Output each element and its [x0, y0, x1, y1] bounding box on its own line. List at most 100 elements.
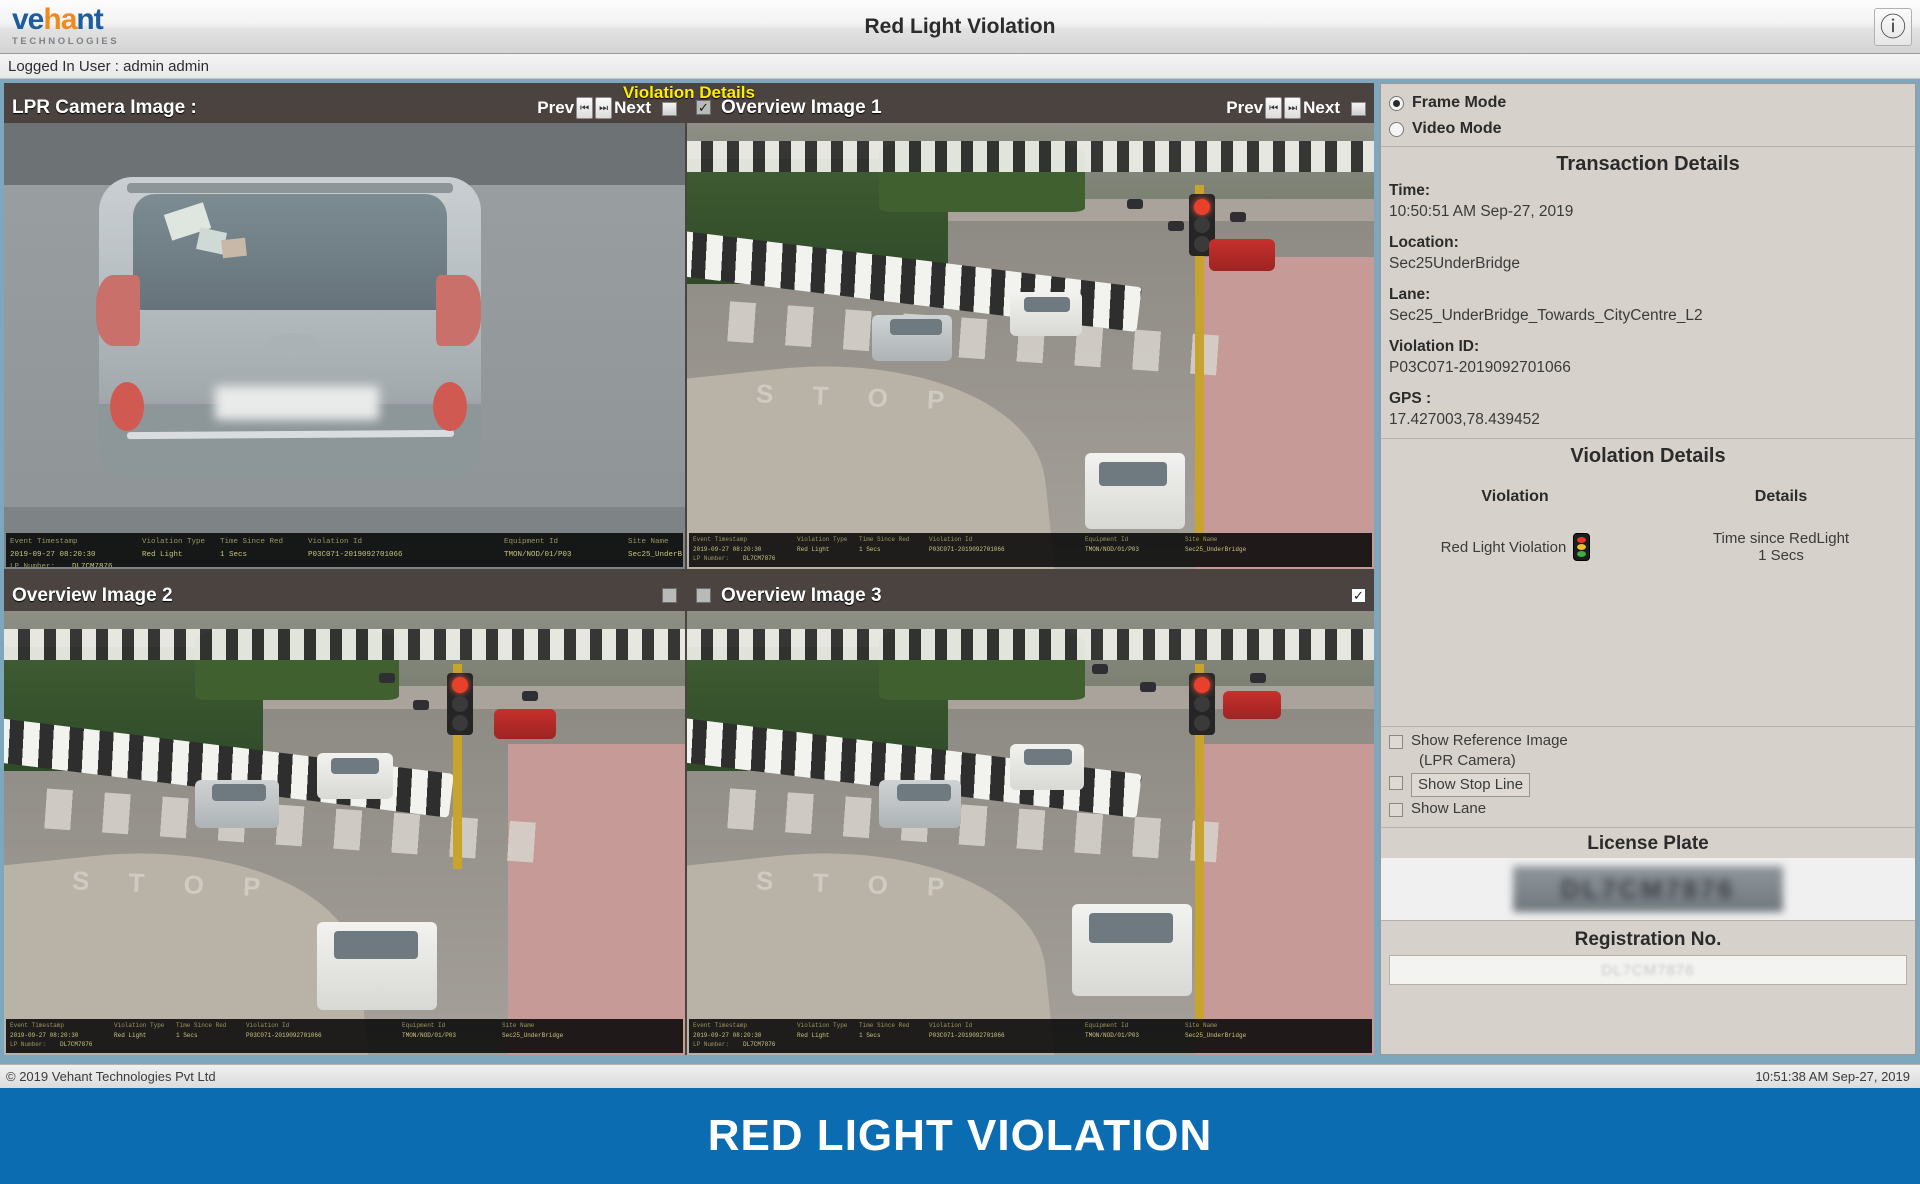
license-plate-image: DL7CM7876	[1381, 858, 1915, 920]
overview-2-overlay-metadata: Event Timestamp Violation Type Time Sinc…	[6, 1019, 683, 1053]
overview-image-2-checkbox[interactable]: ✓	[662, 588, 677, 603]
ov1-meta-value-0: 2019-09-27 08:20:30	[693, 545, 762, 553]
show-lane-checkbox[interactable]	[1389, 803, 1403, 817]
overview-image-3-title: Overview Image 3	[721, 585, 882, 606]
transaction-fields: Time: 10:50:51 AM Sep-27, 2019 Location:…	[1381, 180, 1915, 430]
ov2-meta-value-4: TMON/NOD/01/P03	[402, 1031, 457, 1039]
meta-header-3: Violation Id	[308, 538, 363, 546]
overview-image-1: S T O P	[687, 123, 1374, 569]
col-header-violation: Violation	[1481, 488, 1549, 505]
violation-table: Violation Details Red Light Violation Ti…	[1381, 472, 1915, 566]
overview-image-3-checkbox[interactable]: ✓	[1351, 588, 1366, 603]
work-area: Violation Details LPR Camera Image : Pre…	[0, 79, 1920, 1064]
ov1-meta-value-1: Red Light	[797, 545, 830, 553]
overview-1-overlay-metadata: Event Timestamp Violation Type Time Sinc…	[689, 533, 1372, 567]
overview-image-2-header: Overview Image 2 ✓	[4, 571, 685, 611]
ov1-meta-header-1: Violation Type	[797, 536, 848, 543]
show-reference-image-checkbox[interactable]	[1389, 735, 1403, 749]
violation-details-section: Violation Details Violation Details Red …	[1381, 438, 1915, 566]
frame-mode-option[interactable]: Frame Mode	[1389, 90, 1907, 116]
lpr-overlay-metadata: Event Timestamp Violation Type Time Sinc…	[6, 533, 683, 567]
overview-3-overlay-metadata: Event Timestamp Violation Type Time Sinc…	[689, 1019, 1372, 1053]
overview-image-1-panel: ✓ Overview Image 1 Prev ⏮ ⏭ Next S T O P…	[687, 83, 1374, 569]
violation-name: Red Light Violation	[1440, 538, 1567, 556]
frame-mode-label: Frame Mode	[1412, 94, 1507, 111]
details-panel: Frame Mode Video Mode Transaction Detail…	[1380, 83, 1916, 1055]
violation-detail-line2: 1 Secs	[1758, 547, 1804, 564]
ov3-meta-header-3: Violation Id	[929, 1022, 973, 1029]
meta-header-2: Time Since Red	[220, 538, 284, 546]
frame-mode-radio[interactable]	[1389, 95, 1404, 111]
show-lane-option[interactable]: Show Lane	[1389, 799, 1907, 819]
meta-value-5: Sec25_UnderBridge	[628, 550, 683, 559]
meta-value-0: 2019-09-27 08:20:30	[10, 550, 96, 559]
meta-lp-label: LP Number:	[10, 563, 56, 567]
overview-image-3-left-icon[interactable]: ✓	[696, 588, 711, 603]
license-plate-value: DL7CM7876	[1560, 873, 1736, 904]
ov2-meta-value-2: 1 Secs	[176, 1031, 198, 1039]
table-row: Red Light Violation Time since RedLight …	[1383, 530, 1913, 564]
ov2-meta-header-0: Event Timestamp	[10, 1022, 65, 1029]
ov3-meta-value-2: 1 Secs	[859, 1031, 881, 1039]
ov2-meta-header-1: Violation Type	[114, 1022, 165, 1029]
ov3-meta-header-1: Violation Type	[797, 1022, 848, 1029]
show-stop-line-checkbox[interactable]	[1389, 776, 1403, 790]
ov2-meta-value-1: Red Light	[114, 1031, 147, 1039]
ov2-meta-lp-value: DL7CM7876	[60, 1041, 93, 1048]
lane-value: Sec25_UnderBridge_Towards_CityCentre_L2	[1389, 307, 1703, 324]
application-window: vehant TECHNOLOGIES Red Light Violation …	[0, 0, 1920, 1184]
overview-image-3: S T O P	[687, 611, 1374, 1055]
meta-value-3: P03C071-2019092701066	[308, 550, 403, 559]
license-plate-section: License Plate DL7CM7876	[1381, 827, 1915, 920]
logged-in-user-label: Logged In User : admin admin	[0, 54, 1920, 79]
meta-header-0: Event Timestamp	[10, 538, 78, 546]
gps-key: GPS :	[1389, 390, 1432, 407]
ov1-meta-value-3: P03C071-2019092701066	[929, 545, 1005, 553]
meta-header-4: Equipment Id	[504, 538, 559, 546]
ov2-meta-lp-label: LP Number:	[10, 1041, 47, 1048]
ov3-meta-value-3: P03C071-2019092701066	[929, 1031, 1005, 1039]
license-plate-title: License Plate	[1587, 833, 1709, 854]
ov1-meta-header-3: Violation Id	[929, 536, 973, 543]
ov3-meta-value-0: 2019-09-27 08:20:30	[693, 1031, 762, 1039]
location-value: Sec25UnderBridge	[1389, 255, 1520, 272]
ov1-meta-value-4: TMON/NOD/01/P03	[1085, 545, 1140, 553]
ov1-meta-header-2: Time Since Red	[859, 536, 910, 543]
image-grid: Violation Details LPR Camera Image : Pre…	[4, 83, 1374, 1055]
ov1-meta-value-2: 1 Secs	[859, 545, 881, 553]
show-reference-image-label-line1: Show Reference Image	[1411, 732, 1568, 749]
ov3-meta-value-1: Red Light	[797, 1031, 830, 1039]
ov3-meta-header-4: Equipment Id	[1085, 1022, 1129, 1029]
meta-value-2: 1 Secs	[220, 550, 248, 559]
show-reference-image-label-line2: (LPR Camera)	[1419, 752, 1516, 769]
meta-header-5: Site Name	[628, 538, 669, 546]
ov2-meta-value-5: Sec25_UnderBridge	[502, 1031, 564, 1039]
overview-image-2-title: Overview Image 2	[12, 585, 173, 606]
show-lane-label: Show Lane	[1411, 800, 1487, 817]
registration-value: DL7CM7876	[1601, 961, 1695, 979]
transaction-details-section: Transaction Details Time: 10:50:51 AM Se…	[1381, 146, 1915, 430]
lpr-camera-image	[4, 123, 685, 569]
ov1-meta-header-5: Site Name	[1185, 536, 1218, 543]
show-reference-image-option[interactable]: Show Reference Image (LPR Camera)	[1389, 731, 1907, 771]
lane-key: Lane:	[1389, 286, 1431, 303]
overview-image-2-panel: Overview Image 2 ✓ S T O P	[4, 571, 685, 1055]
video-mode-radio[interactable]	[1389, 121, 1404, 137]
display-options: Show Reference Image (LPR Camera) Show S…	[1381, 726, 1915, 827]
video-mode-option[interactable]: Video Mode	[1389, 116, 1907, 142]
close-icon[interactable]: ⓘ	[1874, 8, 1912, 46]
time-key: Time:	[1389, 182, 1431, 199]
ov1-meta-value-5: Sec25_UnderBridge	[1185, 545, 1247, 553]
video-mode-label: Video Mode	[1412, 120, 1502, 137]
ov3-meta-header-2: Time Since Red	[859, 1022, 910, 1029]
ov3-meta-header-5: Site Name	[1185, 1022, 1218, 1029]
bottom-banner-text: RED LIGHT VIOLATION	[707, 1111, 1213, 1160]
ov2-meta-header-5: Site Name	[502, 1022, 535, 1029]
registration-field[interactable]: DL7CM7876	[1389, 955, 1907, 985]
ov2-meta-value-0: 2019-09-27 08:20:30	[10, 1031, 79, 1039]
location-key: Location:	[1389, 234, 1459, 251]
show-stop-line-option[interactable]: Show Stop Line	[1389, 773, 1907, 797]
title-bar: vehant TECHNOLOGIES Red Light Violation …	[0, 0, 1920, 54]
violation-detail-cell: Time since RedLight 1 Secs	[1649, 530, 1913, 564]
ov2-meta-value-3: P03C071-2019092701066	[246, 1031, 322, 1039]
